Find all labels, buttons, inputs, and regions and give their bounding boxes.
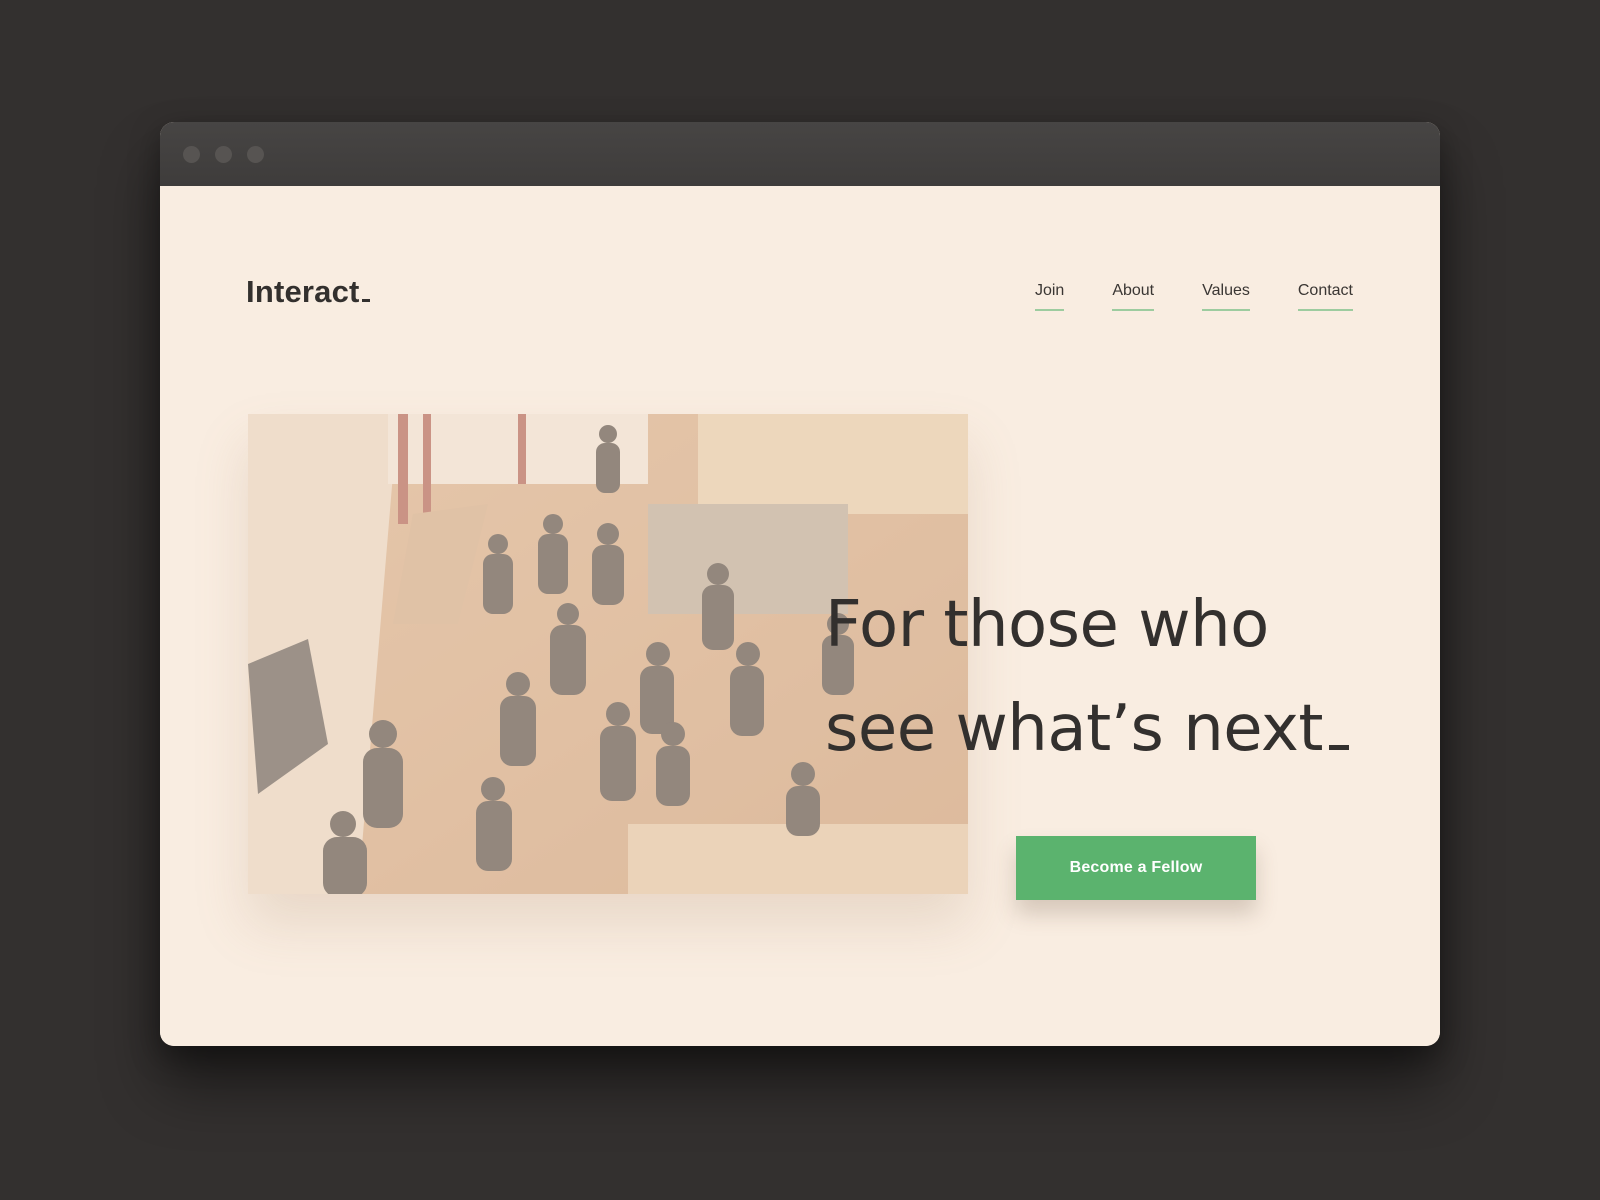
browser-window: Interact Join About Values Contact For t… [160, 122, 1440, 1046]
nav-item-contact[interactable]: Contact [1297, 282, 1353, 311]
window-close-dot[interactable] [183, 146, 200, 163]
headline-cursor-mark [1328, 744, 1349, 750]
window-minimize-dot[interactable] [215, 146, 232, 163]
nav-item-join[interactable]: Join [1034, 282, 1065, 311]
site-logo[interactable]: Interact [246, 274, 370, 310]
nav-item-about[interactable]: About [1112, 282, 1155, 311]
window-maximize-dot[interactable] [247, 146, 264, 163]
headline-line-1: For those who [825, 587, 1269, 662]
window-titlebar [160, 122, 1440, 186]
headline-line-2-text: see what’s next [825, 691, 1323, 766]
logo-text: Interact [246, 274, 360, 309]
logo-cursor-mark [361, 299, 370, 302]
hero-headline: For those who see what’s next [825, 573, 1385, 781]
headline-line-2: see what’s next [825, 677, 1385, 781]
web-page: Interact Join About Values Contact For t… [160, 186, 1440, 1046]
become-a-fellow-button[interactable]: Become a Fellow [1016, 836, 1256, 900]
nav-item-values[interactable]: Values [1202, 282, 1250, 311]
main-nav: Join About Values Contact [1034, 282, 1353, 311]
